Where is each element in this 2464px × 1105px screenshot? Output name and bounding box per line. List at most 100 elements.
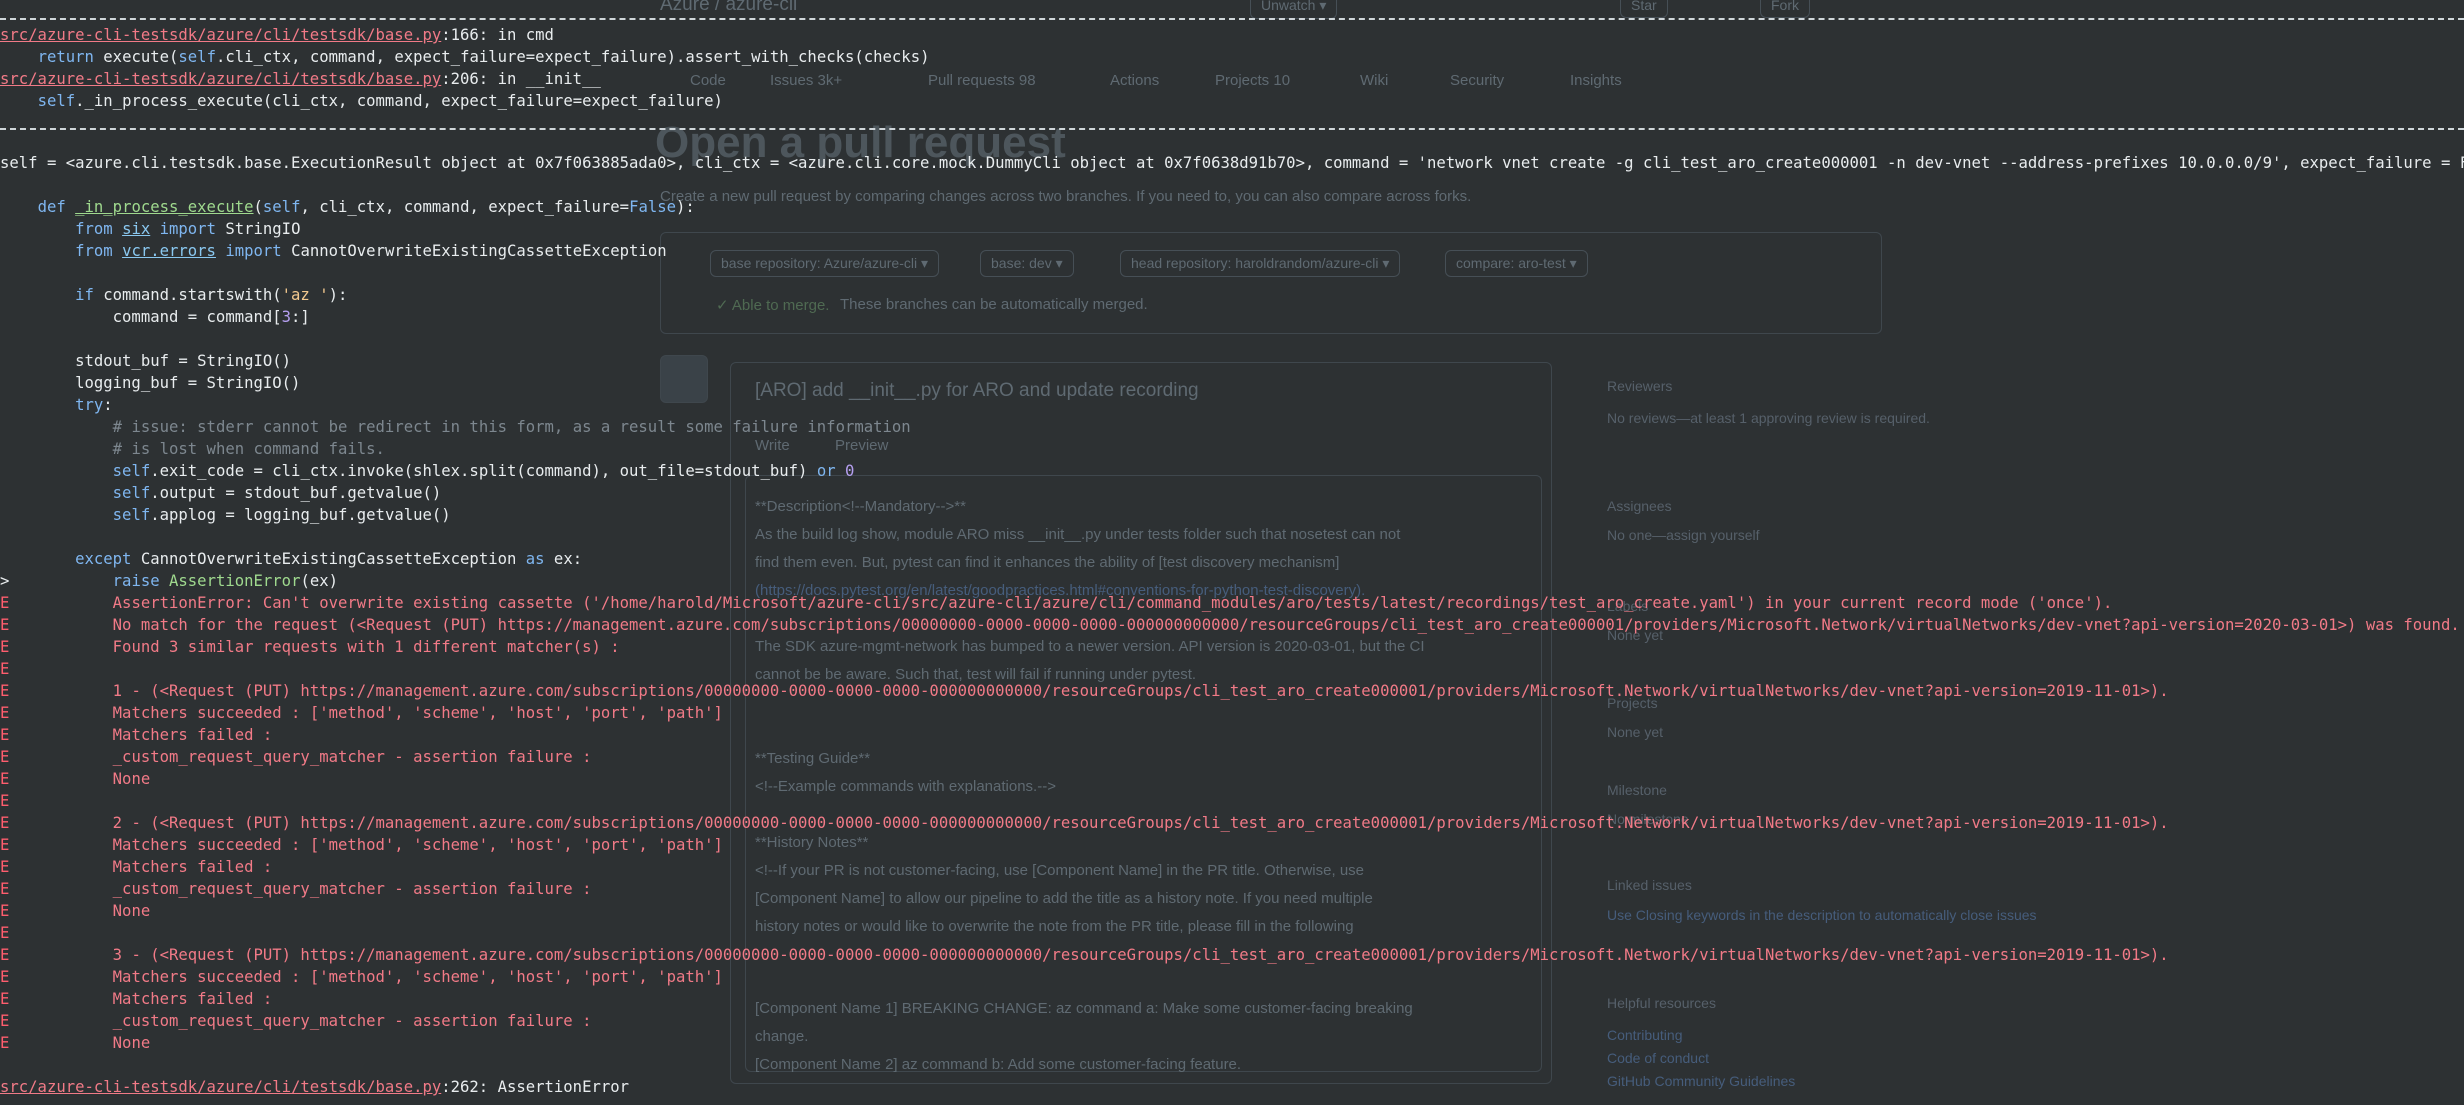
error-marker: E: [0, 660, 10, 678]
terminal-text: :]: [291, 308, 310, 326]
terminal-text: _custom_request_query_matcher - assertio…: [9, 1012, 592, 1030]
file-path-link[interactable]: src/azure-cli-testsdk/azure/cli/testsdk/…: [0, 70, 441, 88]
terminal-text: (ex): [300, 572, 339, 590]
terminal-text: from: [75, 220, 113, 238]
file-path-link[interactable]: src/azure-cli-testsdk/azure/cli/testsdk/…: [0, 1078, 441, 1096]
error-marker: E: [0, 616, 10, 634]
terminal-text: >: [0, 572, 10, 590]
terminal-text: logging_buf = StringIO(): [0, 374, 301, 392]
terminal-line: # issue: stderr cannot be redirect in th…: [0, 416, 911, 438]
terminal-text: stdout_buf = StringIO(): [0, 352, 292, 370]
terminal-line: E None: [0, 900, 150, 922]
terminal-line: E Matchers succeeded : ['method', 'schem…: [0, 966, 723, 988]
terminal-text: self: [37, 92, 76, 110]
terminal-text: or: [816, 462, 836, 480]
terminal-text: 3 - (<Request (PUT) https://management.a…: [9, 946, 2169, 964]
error-marker: E: [0, 946, 10, 964]
error-marker: E: [0, 814, 10, 832]
terminal-text: .exit_code = cli_ctx.invoke(shlex.split(…: [150, 462, 817, 480]
terminal-text: .cli_ctx, command, expect_failure=expect…: [215, 48, 930, 66]
terminal-text: return: [37, 48, 94, 66]
terminal-text: six: [122, 220, 151, 238]
error-marker: E: [0, 924, 10, 942]
terminal-line: E 3 - (<Request (PUT) https://management…: [0, 944, 2169, 966]
terminal-text: 1 - (<Request (PUT) https://management.a…: [9, 682, 2169, 700]
terminal-text: :262: AssertionError: [441, 1078, 630, 1096]
terminal-text: # issue: stderr cannot be redirect in th…: [112, 418, 911, 436]
terminal-text: AssertionError: Can't overwrite existing…: [9, 594, 2113, 612]
error-marker: E: [0, 704, 10, 722]
terminal-text: :: [103, 396, 113, 414]
terminal-line: self._in_process_execute(cli_ctx, comman…: [0, 90, 723, 112]
terminal-line: > raise AssertionError(ex): [0, 570, 338, 592]
error-marker: E: [0, 594, 10, 612]
terminal-text: .output = stdout_buf.getvalue(): [150, 484, 442, 502]
error-marker: E: [0, 990, 10, 1008]
terminal-text: import: [159, 220, 216, 238]
error-marker: E: [0, 748, 10, 766]
terminal-text: self = <azure.cli.testsdk.base.Execution…: [0, 154, 2464, 172]
terminal-text: except: [75, 550, 132, 568]
terminal-text: import: [225, 242, 282, 260]
terminal-text: as: [525, 550, 545, 568]
terminal-line: E: [0, 658, 9, 680]
terminal-line: stdout_buf = StringIO(): [0, 350, 291, 372]
file-path-link[interactable]: src/azure-cli-testsdk/azure/cli/testsdk/…: [0, 26, 441, 44]
terminal-text: self: [178, 48, 216, 66]
terminal-text: raise: [112, 572, 160, 590]
terminal-text: ):: [328, 286, 348, 304]
terminal-line: from six import StringIO: [0, 218, 300, 240]
terminal-line: # is lost when command fails.: [0, 438, 385, 460]
terminal-text: , cli_ctx, command, expect_failure=: [300, 198, 630, 216]
terminal-text: Matchers failed :: [9, 990, 273, 1008]
terminal-text: _custom_request_query_matcher - assertio…: [9, 748, 592, 766]
terminal-text: None: [9, 770, 151, 788]
terminal-text: :206: in __init__: [441, 70, 601, 88]
terminal-text: Matchers succeeded : ['method', 'scheme'…: [9, 704, 723, 722]
terminal-text: None: [9, 1034, 151, 1052]
terminal-text: AssertionError: [169, 572, 301, 590]
terminal-line: E Matchers succeeded : ['method', 'schem…: [0, 834, 723, 856]
separator-line: [0, 18, 2464, 20]
error-marker: E: [0, 726, 10, 744]
terminal-output: src/azure-cli-testsdk/azure/cli/testsdk/…: [0, 0, 2464, 1105]
terminal-text: False: [629, 198, 677, 216]
terminal-text: self: [262, 198, 301, 216]
terminal-line: from vcr.errors import CannotOverwriteEx…: [0, 240, 667, 262]
terminal-line: def _in_process_execute(self, cli_ctx, c…: [0, 196, 695, 218]
terminal-text: ex:: [544, 550, 583, 568]
terminal-text: command = command[: [0, 308, 282, 326]
terminal-text: execute(: [93, 48, 179, 66]
terminal-text: 'az ': [281, 286, 329, 304]
terminal-line: self.exit_code = cli_ctx.invoke(shlex.sp…: [0, 460, 855, 482]
terminal-text: StringIO: [215, 220, 301, 238]
terminal-text: command.startswith(: [93, 286, 282, 304]
terminal-line: E _custom_request_query_matcher - assert…: [0, 746, 591, 768]
terminal-line: command = command[3:]: [0, 306, 310, 328]
terminal-text: 0: [844, 462, 855, 480]
terminal-line: logging_buf = StringIO(): [0, 372, 300, 394]
terminal-line: except CannotOverwriteExistingCassetteEx…: [0, 548, 582, 570]
terminal-text: Matchers succeeded : ['method', 'scheme'…: [9, 836, 723, 854]
terminal-text: None: [9, 902, 151, 920]
error-marker: E: [0, 902, 10, 920]
terminal-text: _custom_request_query_matcher - assertio…: [9, 880, 592, 898]
terminal-text: Matchers succeeded : ['method', 'scheme'…: [9, 968, 723, 986]
terminal-text: ._in_process_execute(cli_ctx, command, e…: [75, 92, 723, 110]
separator-line: [0, 128, 2464, 130]
terminal-text: ):: [676, 198, 695, 216]
terminal-line: E None: [0, 768, 150, 790]
